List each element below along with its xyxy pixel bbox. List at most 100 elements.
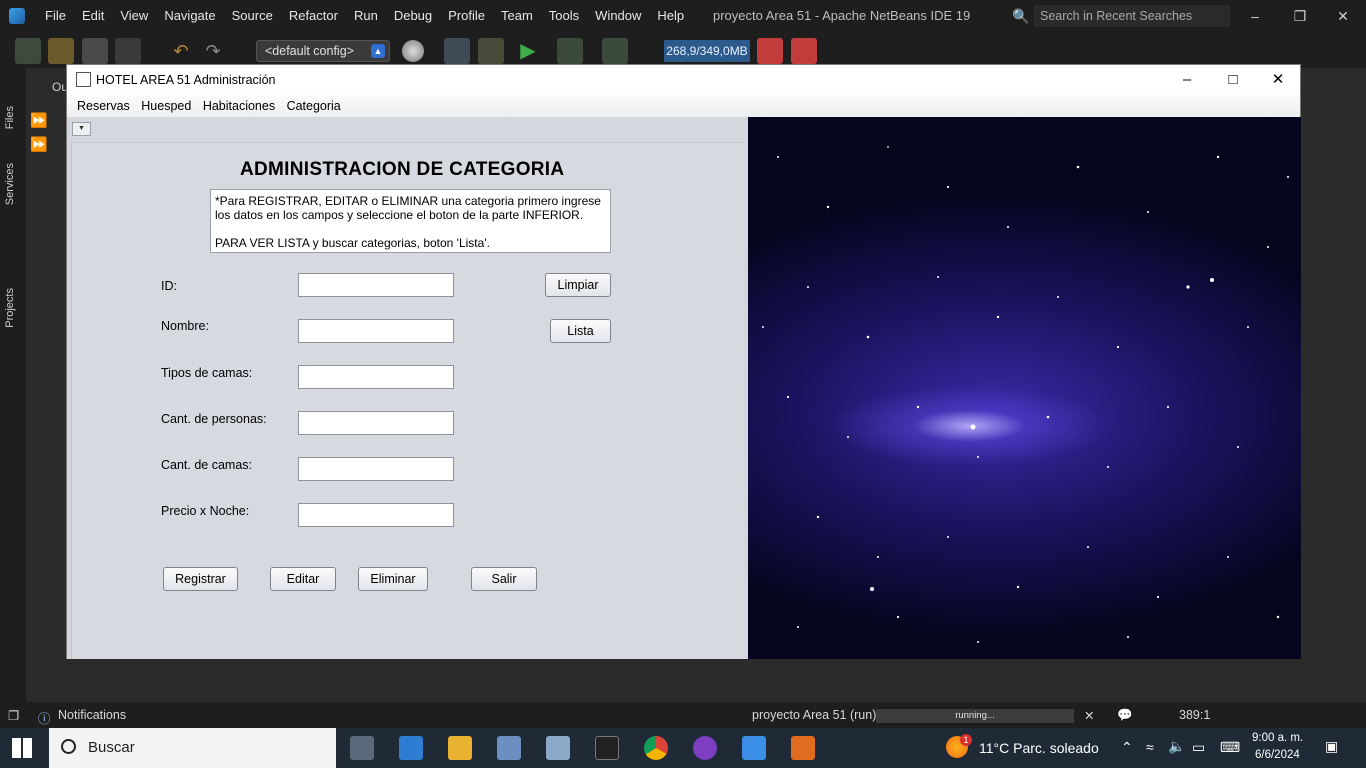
- menu-refactor[interactable]: Refactor: [281, 0, 346, 32]
- windows-start-icon[interactable]: [12, 738, 32, 758]
- ide-search-input[interactable]: Search in Recent Searches (Ctrl+I): [1034, 5, 1230, 45]
- undo-icon[interactable]: ↶: [168, 38, 194, 64]
- menu-run[interactable]: Run: [346, 0, 386, 32]
- limpiar-button[interactable]: Limpiar: [545, 273, 611, 297]
- notifications-icon[interactable]: ⓘ: [38, 708, 51, 727]
- run-arrow-icon[interactable]: ⏩: [30, 112, 47, 129]
- cancel-run-icon[interactable]: ✕: [1084, 708, 1094, 723]
- new-project-icon[interactable]: [48, 38, 74, 64]
- open-project-icon[interactable]: [82, 38, 108, 64]
- run-progress-bar: running...: [876, 709, 1074, 723]
- nombre-field[interactable]: [298, 319, 454, 343]
- build-hammer-icon[interactable]: [444, 38, 470, 64]
- redo-icon[interactable]: ↷: [200, 38, 226, 64]
- ide-close-button[interactable]: ✕: [1320, 0, 1366, 32]
- browser-globe-icon[interactable]: [402, 40, 424, 62]
- star-app-icon[interactable]: [595, 736, 619, 760]
- cant-personas-field[interactable]: [298, 411, 454, 435]
- menu-file[interactable]: File: [37, 0, 74, 32]
- ide-search-box[interactable]: 🔍 Search in Recent Searches (Ctrl+I): [1012, 5, 1230, 45]
- editar-button[interactable]: Editar: [270, 567, 336, 591]
- menu-help[interactable]: Help: [649, 0, 692, 32]
- precio-noche-field[interactable]: [298, 503, 454, 527]
- sidebar-projects-tab[interactable]: Projects: [4, 288, 16, 328]
- taskbar-search[interactable]: Buscar: [49, 728, 336, 768]
- run-icon[interactable]: ▶: [515, 38, 541, 64]
- ide-restore-button[interactable]: ❐: [1277, 0, 1323, 32]
- sidebar-files-tab[interactable]: Files: [4, 106, 16, 129]
- menu-source[interactable]: Source: [224, 0, 281, 32]
- file-explorer-icon[interactable]: [448, 736, 472, 760]
- registrar-button[interactable]: Registrar: [163, 567, 238, 591]
- app-minimize-button[interactable]: –: [1164, 65, 1210, 95]
- notification-center-icon[interactable]: ▣: [1325, 738, 1338, 755]
- mail-icon[interactable]: [399, 736, 423, 760]
- instructions-line-1: *Para REGISTRAR, EDITAR o ELIMINAR una c…: [215, 194, 601, 208]
- clean-build-icon[interactable]: [478, 38, 504, 64]
- weather-text[interactable]: 11°C Parc. soleado: [979, 740, 1099, 756]
- gc-icon[interactable]: [757, 38, 783, 64]
- app-close-button[interactable]: ✕: [1255, 65, 1301, 95]
- cant-camas-label: Cant. de camas:: [161, 458, 253, 472]
- menu-window[interactable]: Window: [587, 0, 649, 32]
- profile-icon[interactable]: [602, 38, 628, 64]
- github-icon[interactable]: [693, 736, 717, 760]
- wifi-icon[interactable]: ≈: [1146, 739, 1154, 755]
- tipos-camas-label: Tipos de camas:: [161, 366, 253, 380]
- battery-icon[interactable]: ▭: [1192, 739, 1205, 756]
- volume-icon[interactable]: 🔈: [1168, 738, 1185, 755]
- menu-profile[interactable]: Profile: [440, 0, 493, 32]
- ide-minimize-button[interactable]: –: [1232, 0, 1278, 32]
- new-file-icon[interactable]: [15, 38, 41, 64]
- salir-button[interactable]: Salir: [471, 567, 537, 591]
- id-field[interactable]: [298, 273, 454, 297]
- menu-huesped[interactable]: Huesped: [141, 99, 191, 113]
- chat-icon[interactable]: 💬: [1117, 708, 1133, 723]
- notifications-label[interactable]: Notifications: [58, 708, 126, 722]
- menu-team[interactable]: Team: [493, 0, 541, 32]
- memory-indicator[interactable]: 268,9/349,0MB: [664, 40, 750, 62]
- java-taskbar-icon[interactable]: [791, 736, 815, 760]
- debug-icon[interactable]: [557, 38, 583, 64]
- keyboard-icon[interactable]: ⌨: [1220, 739, 1240, 756]
- menu-view[interactable]: View: [112, 0, 156, 32]
- hotel-admin-window: HOTEL AREA 51 Administración – □ ✕ Reser…: [66, 64, 1301, 659]
- menu-habitaciones[interactable]: Habitaciones: [203, 99, 275, 113]
- nombre-label: Nombre:: [161, 319, 209, 333]
- chrome-icon[interactable]: [644, 736, 668, 760]
- clock-date[interactable]: 6/6/2024: [1255, 749, 1300, 761]
- lista-button[interactable]: Lista: [550, 319, 611, 343]
- form-heading: ADMINISTRACION DE CATEGORIA: [240, 159, 565, 180]
- config-select[interactable]: <default config> ▲: [256, 40, 390, 62]
- paint-icon[interactable]: [546, 736, 570, 760]
- run-arrow-alt-icon[interactable]: ⏩: [30, 136, 47, 153]
- clock-time[interactable]: 9:00 a. m.: [1252, 732, 1303, 744]
- eliminar-button[interactable]: Eliminar: [358, 567, 428, 591]
- app-titlebar: HOTEL AREA 51 Administración – □ ✕: [67, 65, 1300, 95]
- menu-reservas[interactable]: Reservas: [77, 99, 130, 113]
- cant-camas-field[interactable]: [298, 457, 454, 481]
- menu-categoria[interactable]: Categoria: [287, 99, 341, 113]
- java-app-icon: [76, 72, 91, 87]
- notepad-icon[interactable]: [497, 736, 521, 760]
- menu-debug[interactable]: Debug: [386, 0, 440, 32]
- tipos-camas-field[interactable]: [298, 365, 454, 389]
- netbeans-logo-icon: [9, 8, 25, 24]
- app-maximize-button[interactable]: □: [1210, 65, 1256, 95]
- chevron-up-icon[interactable]: ⌃: [1121, 739, 1133, 756]
- sidebar-services-tab[interactable]: Services: [4, 163, 16, 205]
- save-all-icon[interactable]: [115, 38, 141, 64]
- menu-tools[interactable]: Tools: [541, 0, 587, 32]
- windows-taskbar: Buscar 1 11°C Parc. soleado ⌃ ≈ 🔈 ▭ ⌨ 9:…: [0, 728, 1366, 768]
- chevron-down-icon: ▲: [371, 44, 385, 58]
- restore-icon[interactable]: ❐: [8, 708, 19, 723]
- netbeans-taskbar-icon[interactable]: [742, 736, 766, 760]
- menu-navigate[interactable]: Navigate: [156, 0, 223, 32]
- task-view-icon[interactable]: [350, 736, 374, 760]
- collapse-toggle-icon[interactable]: ▼: [72, 122, 91, 136]
- id-label: ID:: [161, 279, 177, 293]
- menu-edit[interactable]: Edit: [74, 0, 112, 32]
- cant-personas-label: Cant. de personas:: [161, 412, 267, 426]
- instructions-box: *Para REGISTRAR, EDITAR o ELIMINAR una c…: [210, 189, 611, 253]
- gc-alt-icon[interactable]: [791, 38, 817, 64]
